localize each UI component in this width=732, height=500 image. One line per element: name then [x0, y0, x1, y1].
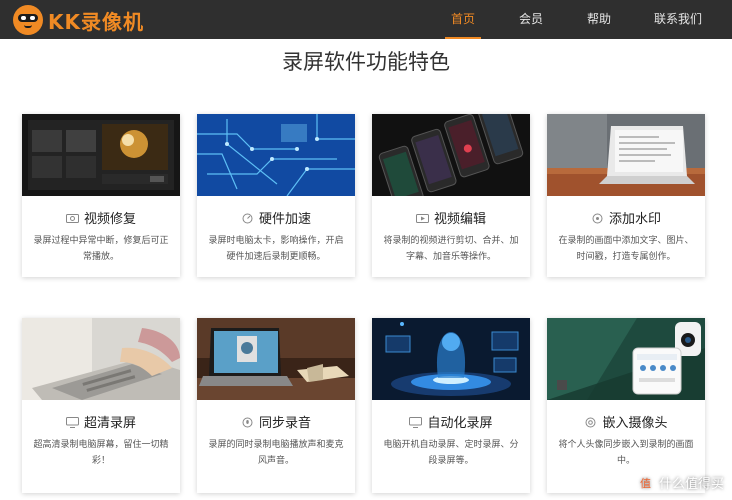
page-title: 录屏软件功能特色: [282, 50, 450, 74]
feature-desc: 录屏的同时录制电脑播放声和麦克风声音。: [208, 440, 344, 466]
feature-title: 自动化录屏: [427, 416, 493, 431]
feature-title: 同步录音: [258, 416, 311, 431]
nav-home[interactable]: 首页: [444, 0, 482, 39]
feature-card-auto-record[interactable]: 自动化录屏 电脑开机自动录屏、定时录屏、分段录屏等。: [372, 318, 530, 493]
hd-screen-icon: [65, 417, 79, 428]
raccoon-logo-icon[interactable]: [13, 5, 43, 35]
site-watermark: 什么值得买: [636, 473, 724, 492]
nav-membership[interactable]: 会员: [519, 0, 543, 39]
top-nav-bar: KK录像机 首页 会员 帮助 联系我们: [0, 0, 732, 39]
feature-desc: 电脑开机自动录屏、定时录屏、分段录屏等。: [383, 440, 519, 466]
feature-desc: 在录制的画面中添加文字、图片、时间戳，打造专属创作。: [558, 236, 694, 262]
feature-card-video-edit[interactable]: 视频编辑 将录制的视频进行剪切、合并、加字幕、加音乐等操作。: [372, 114, 530, 277]
feature-title: 视频修复: [83, 212, 136, 227]
camera-image: [547, 318, 705, 400]
feature-card-watermark[interactable]: 添加水印 在录制的画面中添加文字、图片、时间戳，打造专属创作。: [547, 114, 705, 277]
feature-desc: 超高清录制电脑屏幕，留住一切精彩！: [33, 440, 169, 466]
feature-card-sync-audio[interactable]: 同步录音 录屏的同时录制电脑播放声和麦克风声音。: [197, 318, 355, 493]
feature-desc: 录屏过程中异常中断，修复后可正常播放。: [33, 236, 169, 262]
video-repair-icon: [65, 214, 79, 223]
video-repair-image: [22, 114, 180, 196]
feature-card-video-repair[interactable]: 视频修复 录屏过程中异常中断，修复后可正常播放。: [22, 114, 180, 277]
logo-text[interactable]: KK录像机: [48, 6, 144, 35]
feature-title: 视频编辑: [433, 212, 486, 227]
feature-card-camera[interactable]: 嵌入摄像头 将个人头像同步嵌入到录制的画面中。: [547, 318, 705, 493]
watermark-icon: [592, 213, 603, 224]
hd-record-image: [22, 318, 180, 400]
nav-contact[interactable]: 联系我们: [654, 0, 702, 39]
feature-title: 超清录屏: [83, 416, 136, 431]
auto-record-image: [372, 318, 530, 400]
sync-audio-image: [197, 318, 355, 400]
auto-record-icon: [409, 417, 423, 428]
hardware-accel-icon: [242, 213, 253, 224]
feature-desc: 将录制的视频进行剪切、合并、加字幕、加音乐等操作。: [383, 236, 519, 262]
feature-card-hd-record[interactable]: 超清录屏 超高清录制电脑屏幕，留住一切精彩！: [22, 318, 180, 493]
watermark-text: 什么值得买: [658, 477, 724, 492]
zhide-logo-icon: [636, 474, 655, 492]
feature-desc: 录屏时电脑太卡，影响操作，开启硬件加速后录制更顺畅。: [208, 236, 344, 262]
feature-desc: 将个人头像同步嵌入到录制的画面中。: [558, 440, 694, 466]
video-edit-image: [372, 114, 530, 196]
hardware-accel-image: [197, 114, 355, 196]
video-edit-icon: [415, 214, 429, 223]
feature-title: 硬件加速: [258, 212, 311, 227]
watermark-image: [547, 114, 705, 196]
sync-audio-icon: [242, 417, 253, 428]
nav-help[interactable]: 帮助: [587, 0, 611, 39]
camera-icon: [585, 417, 596, 428]
feature-card-hardware-accel[interactable]: 硬件加速 录屏时电脑太卡，影响操作，开启硬件加速后录制更顺畅。: [197, 114, 355, 277]
feature-title: 嵌入摄像头: [602, 416, 668, 431]
feature-title: 添加水印: [608, 212, 661, 227]
